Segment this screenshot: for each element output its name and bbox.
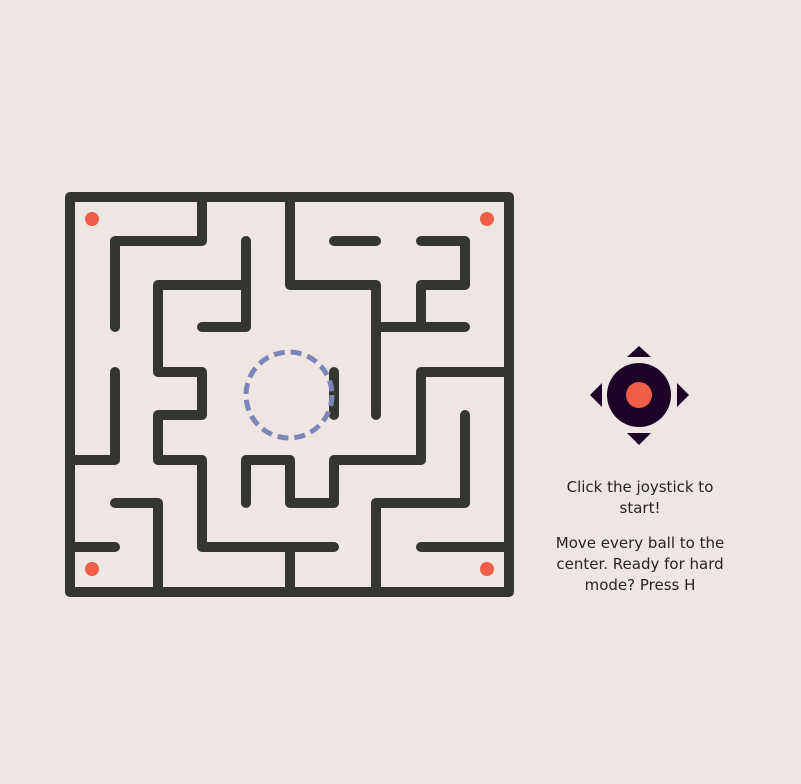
joystick-right-arrow (677, 383, 689, 407)
maze-wall (110, 498, 163, 597)
joystick-left-arrow (590, 383, 602, 407)
joystick-up-arrow (627, 346, 651, 357)
joystick-knob (626, 382, 652, 408)
ball-bottom-right (480, 562, 494, 576)
maze-wall (65, 367, 120, 465)
start-instruction: Click the joystick to start! (566, 478, 714, 517)
ball-bottom-left (85, 562, 99, 576)
goal-instruction: Move every ball to the center. Ready for… (555, 534, 725, 594)
center-goal (243, 349, 335, 441)
maze-wall (416, 236, 470, 332)
joystick-button[interactable] (589, 345, 689, 445)
maze-walls (65, 192, 514, 597)
ball-top-left (85, 212, 99, 226)
instructions-panel: Click the joystick to start! Move every … (545, 477, 735, 610)
joystick-icon (590, 346, 689, 445)
ball-top-right (480, 212, 494, 226)
joystick-down-arrow (627, 433, 651, 445)
